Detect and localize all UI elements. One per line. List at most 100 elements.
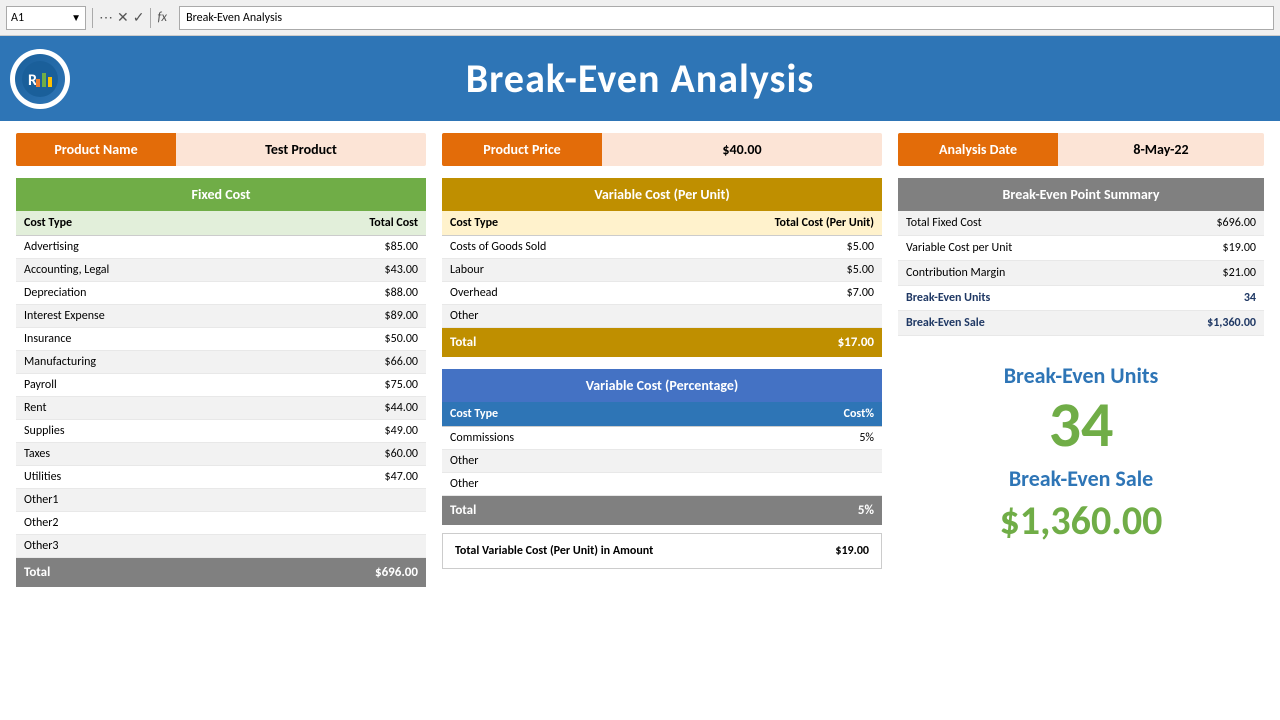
fixed-cost-type: Accounting, Legal	[16, 259, 266, 282]
fixed-cost-amount: $89.00	[266, 305, 426, 328]
variable-pct-type: Other	[442, 473, 721, 496]
formula-value: Break-Even Analysis	[186, 11, 282, 25]
formula-bar[interactable]: Break-Even Analysis	[179, 6, 1274, 30]
variable-pct-col2: Cost%	[721, 402, 882, 427]
cancel-icon[interactable]: ✕	[117, 9, 129, 26]
fixed-cost-row: Accounting, Legal $43.00	[16, 259, 426, 282]
variable-pct-row: Other	[442, 450, 882, 473]
fixed-cost-title: Fixed Cost	[16, 178, 426, 211]
toolbar: A1 ▼ ⋯ ✕ ✓ fx Break-Even Analysis	[0, 0, 1280, 36]
fixed-cost-row: Advertising $85.00	[16, 236, 426, 259]
summary-value: 34	[1137, 286, 1264, 311]
fixed-cost-row: Other3	[16, 535, 426, 558]
fixed-cost-type: Rent	[16, 397, 266, 420]
summary-value: $1,360.00	[1137, 311, 1264, 336]
fixed-cost-amount: $75.00	[266, 374, 426, 397]
fixed-cost-amount: $43.00	[266, 259, 426, 282]
fixed-cost-amount: $88.00	[266, 282, 426, 305]
variable-cost-amount: $5.00	[659, 259, 882, 282]
cell-ref-value: A1	[11, 11, 24, 25]
summary-label: Total Fixed Cost	[898, 211, 1137, 236]
variable-cost-type: Other	[442, 305, 659, 328]
breakeven-sale-label: Break-Even Sale	[898, 465, 1264, 492]
product-name-value[interactable]: Test Product	[176, 133, 426, 166]
fixed-cost-amount	[266, 512, 426, 535]
total-variable-label: Total Variable Cost (Per Unit) in Amount	[443, 534, 823, 568]
fixed-cost-type: Other2	[16, 512, 266, 535]
variable-cost-amount	[659, 305, 882, 328]
fixed-cost-row: Depreciation $88.00	[16, 282, 426, 305]
variable-pct-type: Other	[442, 450, 721, 473]
summary-row: Total Fixed Cost $696.00	[898, 211, 1264, 236]
variable-pct-cost: 5%	[721, 427, 882, 450]
summary-label: Break-Even Units	[898, 286, 1137, 311]
summary-label: Variable Cost per Unit	[898, 236, 1137, 261]
fixed-cost-row: Other1	[16, 489, 426, 512]
variable-pct-total-row: Total 5%	[442, 496, 882, 526]
toolbar-dots-icon[interactable]: ⋯	[99, 9, 113, 26]
variable-cost-type: Labour	[442, 259, 659, 282]
fixed-cost-type: Depreciation	[16, 282, 266, 305]
fixed-cost-type: Insurance	[16, 328, 266, 351]
fixed-cost-amount: $50.00	[266, 328, 426, 351]
fixed-cost-row: Supplies $49.00	[16, 420, 426, 443]
product-price-value[interactable]: $40.00	[602, 133, 882, 166]
variable-cost-type: Overhead	[442, 282, 659, 305]
fixed-cost-type: Advertising	[16, 236, 266, 259]
fixed-cost-row: Manufacturing $66.00	[16, 351, 426, 374]
breakeven-units-value: 34	[898, 393, 1264, 457]
fixed-cost-type: Other1	[16, 489, 266, 512]
variable-pct-cost	[721, 473, 882, 496]
fixed-total-value: $696.00	[266, 558, 426, 588]
fixed-cost-type: Utilities	[16, 466, 266, 489]
variable-cost-row: Other	[442, 305, 882, 328]
fixed-cost-type: Supplies	[16, 420, 266, 443]
fixed-cost-row: Taxes $60.00	[16, 443, 426, 466]
summary-row: Contribution Margin $21.00	[898, 261, 1264, 286]
variable-pct-total-value: 5%	[721, 496, 882, 526]
variable-col2: Total Cost (Per Unit)	[659, 211, 882, 236]
variable-pct-type: Commissions	[442, 427, 721, 450]
variable-pct-cost	[721, 450, 882, 473]
fixed-cost-type: Other3	[16, 535, 266, 558]
variable-cost-amount: $5.00	[659, 236, 882, 259]
variable-pct-total-label: Total	[442, 496, 721, 526]
summary-title: Break-Even Point Summary	[898, 178, 1264, 211]
variable-cost-total-row: Total $17.00	[442, 328, 882, 358]
fixed-cost-amount: $66.00	[266, 351, 426, 374]
toolbar-divider	[92, 8, 93, 28]
variable-cost-row: Costs of Goods Sold $5.00	[442, 236, 882, 259]
product-price-label: Product Price	[442, 133, 602, 166]
fixed-cost-row: Rent $44.00	[16, 397, 426, 420]
summary-row: Break-Even Units 34	[898, 286, 1264, 311]
fixed-cost-amount: $47.00	[266, 466, 426, 489]
page-title: Break-Even Analysis	[466, 54, 815, 103]
variable-col1: Cost Type	[442, 211, 659, 236]
confirm-icon[interactable]: ✓	[133, 9, 145, 26]
fixed-col1: Cost Type	[16, 211, 266, 236]
main-content: Product Name Test Product Fixed Cost Cos…	[0, 121, 1280, 599]
cell-ref-chevron: ▼	[71, 11, 81, 24]
toolbar-divider2	[150, 8, 151, 28]
summary-row: Variable Cost per Unit $19.00	[898, 236, 1264, 261]
variable-cost-title: Variable Cost (Per Unit)	[442, 178, 882, 211]
fixed-cost-row: Insurance $50.00	[16, 328, 426, 351]
cell-reference[interactable]: A1 ▼	[6, 6, 86, 30]
header-banner: R Break-Even Analysis	[0, 36, 1280, 121]
breakeven-sale-value: $1,360.00	[898, 496, 1264, 545]
fixed-cost-row: Payroll $75.00	[16, 374, 426, 397]
fixed-cost-type: Taxes	[16, 443, 266, 466]
summary-label: Contribution Margin	[898, 261, 1137, 286]
variable-cost-table: Variable Cost (Per Unit) Cost Type Total…	[442, 178, 882, 357]
fixed-cost-amount: $85.00	[266, 236, 426, 259]
summary-label: Break-Even Sale	[898, 311, 1137, 336]
analysis-date-value[interactable]: 8-May-22	[1058, 133, 1264, 166]
variable-total-value: $17.00	[659, 328, 882, 358]
variable-pct-row: Other	[442, 473, 882, 496]
variable-pct-col1: Cost Type	[442, 402, 721, 427]
variable-total-label: Total	[442, 328, 659, 358]
variable-cost-row: Labour $5.00	[442, 259, 882, 282]
fixed-total-label: Total	[16, 558, 266, 588]
fixed-cost-amount: $49.00	[266, 420, 426, 443]
fixed-cost-type: Manufacturing	[16, 351, 266, 374]
